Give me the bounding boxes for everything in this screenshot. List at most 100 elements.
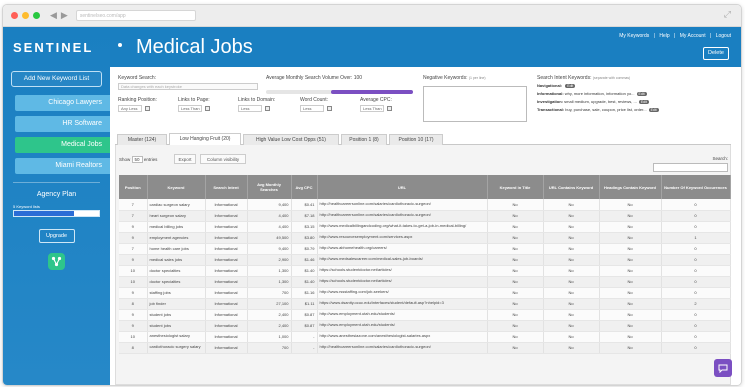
my-keywords-link[interactable]: My Keywords	[619, 33, 649, 39]
table-cell[interactable]: http://www.employment.utah.edu/students/	[317, 309, 488, 321]
column-header[interactable]: Search Intent	[205, 175, 248, 199]
column-header[interactable]: Keyword	[147, 175, 206, 199]
sidebar-item-chicago-lawyers[interactable]: Chicago Lawyers	[15, 95, 110, 111]
table-row[interactable]: 9 staffing jobs Informational 700 $1.16 http:…	[119, 287, 731, 299]
table-cell: No	[543, 320, 600, 332]
table-row[interactable]: 7 cardiac surgeon salary Informational 9,40…	[119, 199, 731, 211]
column-header[interactable]: Position	[119, 175, 148, 199]
stepper-icon[interactable]	[327, 106, 332, 111]
network-icon[interactable]	[48, 253, 65, 270]
table-cell: No	[543, 342, 600, 354]
tab-position-1[interactable]: Position 1 (8)	[341, 134, 387, 145]
column-header[interactable]: Headings Contain Keyword	[599, 175, 662, 199]
column-header[interactable]: URL Contains Keyword	[543, 175, 600, 199]
intent-terms: buy, purchase, sale, coupon, price list,…	[565, 107, 647, 112]
table-row[interactable]: 8 job finder Informational 27,100 $1.11 https…	[119, 298, 731, 310]
logo[interactable]: SENTINEL	[3, 27, 110, 67]
logout-link[interactable]: Logout	[716, 33, 731, 39]
table-cell[interactable]: http://healthcareersonline.com/salaries/…	[317, 199, 488, 211]
stepper-icon[interactable]	[265, 106, 270, 111]
entries-select[interactable]: 50	[131, 156, 143, 163]
table-row[interactable]: 9 employment agencies Informational 49,500 $…	[119, 232, 731, 244]
table-row[interactable]: 9 student jobs Informational 2,400 $0.87 http…	[119, 320, 731, 332]
tab-position-10[interactable]: Position 10 (17)	[389, 134, 443, 145]
table-cell[interactable]: http://www.medicalbillingandcoding.org/w…	[317, 221, 488, 233]
table-cell: 0	[661, 276, 731, 288]
table-cell[interactable]: http://healthcareersonline.com/salaries/…	[317, 342, 488, 354]
table-cell[interactable]: http://www.rssstaffing.com/job-seekers/	[317, 287, 488, 299]
stepper-icon[interactable]	[145, 106, 150, 111]
table-row[interactable]: 9 medical billing jobs Informational 4,400 $…	[119, 221, 731, 233]
table-cell[interactable]: http://www.employment.utah.edu/students/	[317, 320, 488, 332]
table-row[interactable]: 10 doctor specialties Informational 1,300 $1…	[119, 265, 731, 277]
chevron-left-icon[interactable]: ◀	[50, 11, 57, 21]
table-row[interactable]: 9 medical sales jobs Informational 2,900 $1.…	[119, 254, 731, 266]
intent-edit-button[interactable]: Edit	[636, 92, 647, 96]
word-count-select[interactable]: Less	[300, 105, 324, 112]
table-row[interactable]: 9 student jobs Informational 2,400 $0.87 http…	[119, 309, 731, 321]
table-row[interactable]: 7 home health care jobs Informational 9,400…	[119, 243, 731, 255]
average-cpc-select[interactable]: Less Than	[360, 105, 384, 112]
table-cell[interactable]: https://schools.studentdoctor.net/articl…	[317, 276, 488, 288]
table-cell[interactable]: http://www.medsalescareer.com/medical-sa…	[317, 254, 488, 266]
table-cell[interactable]: http://healthcareersonline.com/salaries/…	[317, 210, 488, 222]
stepper-icon[interactable]	[205, 106, 210, 111]
add-keyword-list-button[interactable]: Add New Keyword List	[11, 71, 102, 87]
table-cell[interactable]: http://www.anesthesiazone.com/anesthesio…	[317, 331, 488, 343]
sidebar-item-miami-realtors[interactable]: Miami Realtors	[15, 158, 110, 174]
maximize-window-button[interactable]	[33, 12, 40, 19]
close-window-button[interactable]	[11, 12, 18, 19]
column-header[interactable]: Keyword in Title	[487, 175, 544, 199]
keyword-table: Position Keyword Search Intent Avg Monthly …	[119, 175, 731, 354]
tab-master[interactable]: Master (124)	[117, 134, 167, 145]
table-row[interactable]: 10 doctor specialties Informational 1,300 $1…	[119, 276, 731, 288]
table-cell: $0.87	[291, 309, 318, 321]
column-header[interactable]: Number Of Keyword Occurences	[661, 175, 731, 199]
table-cell: 1	[661, 232, 731, 244]
intent-edit-button[interactable]: Edit	[638, 100, 649, 104]
expand-icon[interactable]: ⤢	[724, 10, 731, 20]
average-cpc-label: Average CPC:	[360, 97, 392, 103]
table-cell: 0	[661, 309, 731, 321]
my-account-link[interactable]: My Account	[680, 33, 706, 39]
intent-edit-button[interactable]: Edit	[648, 108, 659, 112]
volume-slider-fill[interactable]	[331, 90, 413, 94]
keyword-search-input[interactable]: Data changes with each keystroke	[118, 83, 258, 90]
address-bar[interactable]: sentinelseo.com/app	[75, 10, 196, 21]
tab-low-hanging-fruit[interactable]: Low Hanging Fruit (20)	[169, 133, 241, 145]
upgrade-button[interactable]: Upgrade	[38, 229, 75, 243]
export-button[interactable]: Export	[174, 154, 196, 164]
table-cell[interactable]: https://schools.studentdoctor.net/articl…	[317, 265, 488, 277]
column-header[interactable]: URL	[317, 175, 488, 199]
table-cell: No	[487, 342, 544, 354]
intent-edit-button[interactable]: Edit	[565, 84, 576, 88]
stepper-icon[interactable]	[387, 106, 392, 111]
links-to-domain-select[interactable]: Less	[238, 105, 262, 112]
minimize-window-button[interactable]	[22, 12, 29, 19]
negative-keywords-textarea[interactable]	[423, 86, 527, 122]
table-cell: Informational	[205, 309, 248, 321]
table-cell[interactable]: http://www.abhomehealth.org/careers/	[317, 243, 488, 255]
link-separator: |	[674, 33, 676, 39]
column-header[interactable]: Avg Monthly Searches	[247, 175, 292, 199]
sidebar-item-hr-software[interactable]: HR Software	[15, 116, 110, 132]
delete-button[interactable]: Delete	[703, 47, 729, 60]
table-cell[interactable]: http://www.resourcesemployment.com/servi…	[317, 232, 488, 244]
chat-icon[interactable]	[714, 359, 732, 377]
chevron-right-icon[interactable]: ▶	[61, 11, 68, 21]
table-cell[interactable]: https://www.dsanity.ocuc.edu/interfaces/…	[317, 298, 488, 310]
table-search-input[interactable]	[653, 163, 728, 172]
help-link[interactable]: Help	[659, 33, 669, 39]
sidebar-item-medical-jobs[interactable]: Medical Jobs	[15, 137, 110, 153]
column-visibility-button[interactable]: Column visibility	[200, 154, 246, 164]
table-row[interactable]: 7 heart surgeon salary Informational 4,400 $…	[119, 210, 731, 222]
tab-high-value-low-cost[interactable]: High Value Low Cost Opps (51)	[243, 134, 339, 145]
table-cell: Informational	[205, 243, 248, 255]
table-cell: No	[543, 232, 600, 244]
table-cell: 2	[661, 298, 731, 310]
links-to-page-select[interactable]: Less Than	[178, 105, 202, 112]
table-row[interactable]: 10 anesthesiologist salary Informational 1,…	[119, 331, 731, 343]
table-row[interactable]: 8 cardiothoracic surgery salary Informatio…	[119, 342, 731, 354]
ranking-position-select[interactable]: Any Less	[118, 105, 142, 112]
column-header[interactable]: Avg CPC	[291, 175, 318, 199]
